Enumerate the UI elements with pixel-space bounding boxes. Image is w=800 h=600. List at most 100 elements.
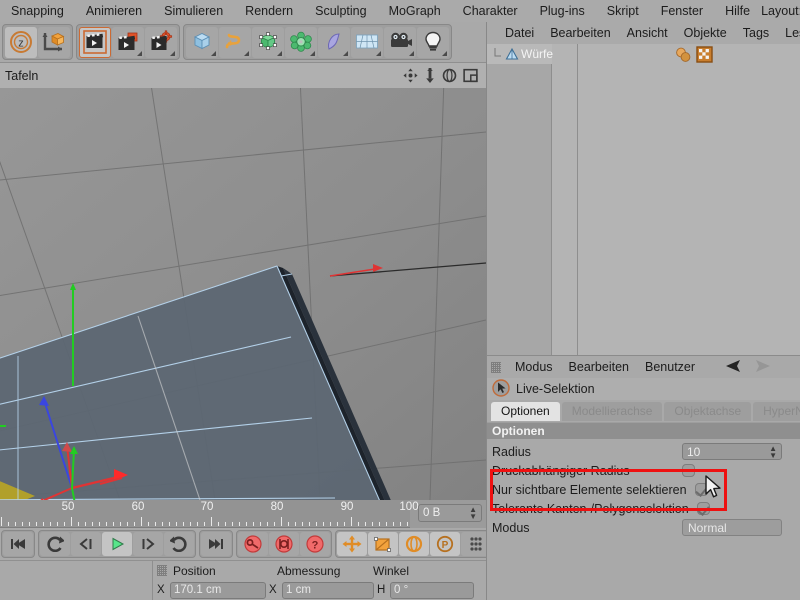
live-selection-icon [492, 378, 510, 400]
main-menubar: Snapping Animieren Simulieren Rendern Sc… [0, 0, 800, 22]
coord-field-position-x[interactable]: 170.1 cm [170, 581, 266, 599]
deformer-icon[interactable] [318, 26, 350, 58]
menu-item-simulieren[interactable]: Simulieren [153, 0, 234, 22]
coordinate-manager: Position Abmessung Winkel X 170.1 cm X 1… [152, 560, 486, 600]
step-back-button[interactable] [71, 532, 101, 556]
texture-tag[interactable] [696, 46, 713, 66]
tab-optionen[interactable]: Optionen [491, 401, 560, 421]
tab-modellierachse[interactable]: Modellierachse [561, 401, 663, 421]
viewport-title: Tafeln [5, 68, 39, 83]
record-key-button[interactable] [238, 532, 268, 556]
autokey-button[interactable] [269, 532, 299, 556]
option-label-tolerant-selection: Tolerante Kanten-/Polygonselektion [492, 501, 689, 516]
menu-item-animieren[interactable]: Animieren [75, 0, 153, 22]
toolbar-group-render [76, 24, 180, 60]
rotate-view-icon[interactable] [442, 68, 457, 83]
menu-item-sculpting[interactable]: Sculpting [304, 0, 377, 22]
spline-icon[interactable] [219, 26, 251, 58]
am-menu-bearbeiten[interactable]: Bearbeiten [561, 360, 637, 374]
cube-primitive-icon[interactable] [186, 26, 218, 58]
generator-icon[interactable] [252, 26, 284, 58]
undo-redo-icon[interactable]: z [5, 26, 37, 58]
camera-icon[interactable] [384, 26, 416, 58]
menu-item-mograph[interactable]: MoGraph [378, 0, 452, 22]
render-settings-icon[interactable] [145, 26, 177, 58]
coord-field-angle-h[interactable]: 0 ° [390, 581, 474, 599]
render-picture-viewer-icon[interactable] [112, 26, 144, 58]
om-menu-ansicht[interactable]: Ansicht [619, 26, 676, 40]
light-bulb-icon[interactable] [417, 26, 449, 58]
previous-key-button[interactable] [40, 532, 70, 556]
radius-stepper-icon[interactable]: ▲ ▼ [769, 444, 777, 459]
tick-60: 60 [131, 501, 145, 513]
option-control-only-visible [694, 483, 800, 496]
coordinate-row: X 170.1 cm X 1 cm H 0 ° [153, 580, 486, 600]
option-row-only-visible: Nur sichtbare Elemente selektieren [487, 480, 800, 499]
object-item-label: Würfel [521, 47, 556, 61]
om-menu-tags[interactable]: Tags [735, 26, 777, 40]
menu-item-snapping[interactable]: Snapping [0, 0, 75, 22]
menu-item-charakter[interactable]: Charakter [452, 0, 529, 22]
axis-cube-icon[interactable] [38, 26, 70, 58]
coordinates-left-filler [0, 560, 152, 600]
timeline-ruler[interactable]: 50 60 70 80 90 100 [0, 500, 419, 528]
rotation-key-button[interactable] [399, 532, 429, 556]
parameter-key-button[interactable]: P [430, 532, 460, 556]
menu-item-plugins[interactable]: Plug-ins [529, 0, 596, 22]
polygon-object-icon [505, 47, 519, 60]
flyout-corner [244, 50, 249, 56]
material-tag[interactable] [675, 46, 692, 66]
zoom-view-icon[interactable] [424, 68, 436, 83]
back-arrow-icon[interactable] [724, 359, 746, 376]
object-manager-body[interactable]: Würfel [487, 44, 800, 355]
object-manager: Datei Bearbeiten Ansicht Objekte Tags Le… [486, 22, 800, 355]
om-menu-datei[interactable]: Datei [497, 26, 542, 40]
viewport-3d[interactable] [0, 88, 486, 500]
keyframe-selection-button[interactable]: ? [300, 532, 330, 556]
option-row-modus: Modus Normal [487, 518, 800, 537]
modus-dropdown[interactable]: Normal [682, 519, 782, 536]
maximize-view-icon[interactable] [463, 68, 478, 83]
option-label-modus: Modus [492, 520, 530, 535]
object-item-wuerfel[interactable]: Würfel [487, 44, 556, 64]
om-menu-lesezeichen[interactable]: Lesez [777, 26, 800, 40]
render-view-icon[interactable] [79, 26, 111, 58]
am-menu-modus[interactable]: Modus [507, 360, 561, 374]
tab-hypernurbs[interactable]: HyperN [753, 401, 800, 421]
scale-key-button[interactable] [368, 532, 398, 556]
radius-input[interactable]: 10 ▲ ▼ [682, 443, 782, 460]
menu-item-skript[interactable]: Skript [596, 0, 650, 22]
floor-grid-icon[interactable] [351, 26, 383, 58]
position-key-button[interactable] [337, 532, 367, 556]
tolerant-selection-checkbox[interactable] [696, 502, 710, 515]
move-view-icon[interactable] [403, 68, 418, 83]
panel-grip-icon[interactable] [491, 361, 501, 373]
om-menu-objekte[interactable]: Objekte [676, 26, 735, 40]
play-button[interactable] [102, 532, 132, 556]
tab-objektachse[interactable]: Objektachse [664, 401, 752, 421]
am-menu-benutzer[interactable]: Benutzer [637, 360, 703, 374]
forward-arrow-icon[interactable] [750, 359, 772, 376]
current-frame-field[interactable]: 0 B ▲ ▼ [418, 504, 482, 522]
transport-group-keys: ? [236, 530, 332, 558]
only-visible-checkbox[interactable] [694, 483, 708, 496]
menu-item-hilfe[interactable]: Hilfe [714, 0, 761, 22]
pressure-radius-checkbox[interactable] [682, 464, 695, 477]
mograph-icon[interactable] [285, 26, 317, 58]
om-menu-bearbeiten[interactable]: Bearbeiten [542, 26, 618, 40]
flyout-corner [409, 50, 414, 56]
go-to-start-button[interactable] [3, 532, 33, 556]
next-key-button[interactable] [164, 532, 194, 556]
menu-item-rendern[interactable]: Rendern [234, 0, 304, 22]
frame-stepper-icon[interactable]: ▲ ▼ [469, 506, 477, 521]
panel-grip-icon[interactable] [157, 565, 167, 576]
current-frame-value: 0 B [423, 507, 441, 519]
option-control-modus: Normal [682, 519, 800, 536]
coord-field-size-x[interactable]: 1 cm [282, 581, 374, 599]
menu-item-fenster[interactable]: Fenster [650, 0, 714, 22]
viewport-canvas [0, 88, 486, 500]
step-forward-button[interactable] [133, 532, 163, 556]
go-to-end-button[interactable] [201, 532, 231, 556]
flyout-corner [277, 50, 282, 56]
option-label-only-visible: Nur sichtbare Elemente selektieren [492, 482, 687, 497]
